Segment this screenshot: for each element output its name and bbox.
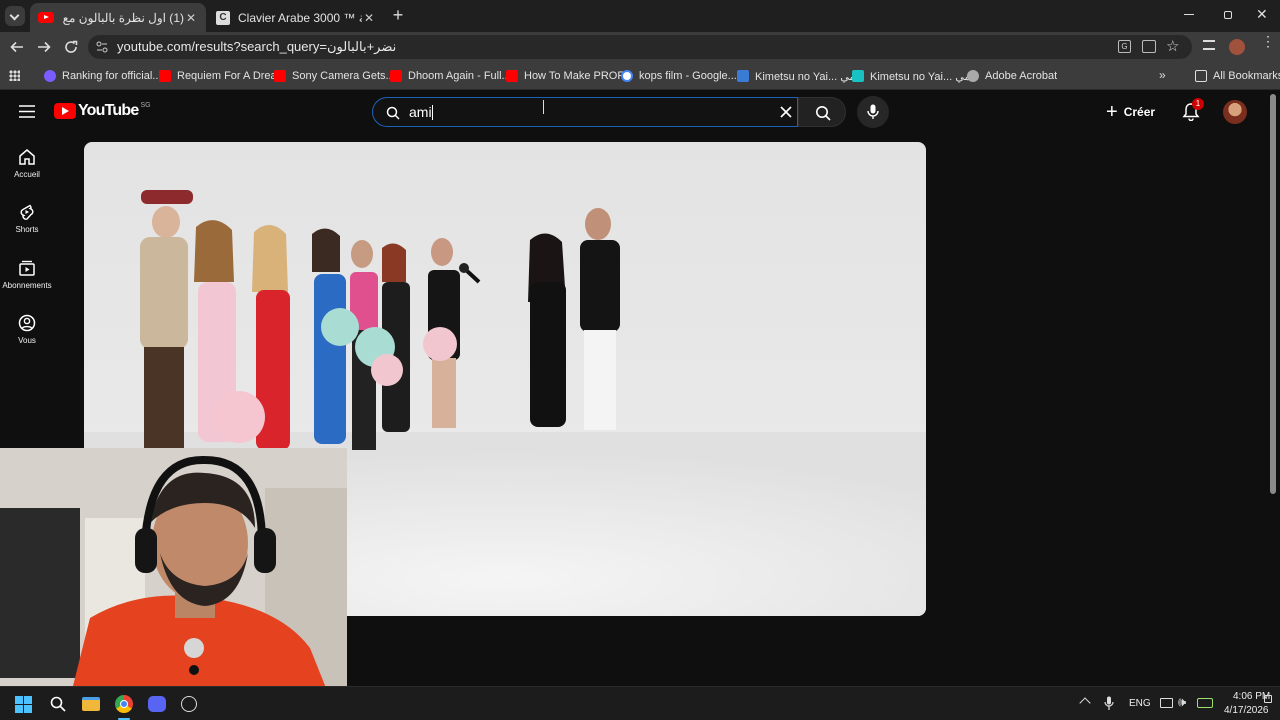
site-info-icon[interactable] <box>96 41 108 53</box>
home-icon <box>19 149 35 165</box>
microphone-icon <box>867 104 879 119</box>
chevron-down-icon <box>9 10 20 21</box>
document-favicon-icon: C <box>216 10 230 25</box>
file-explorer-icon[interactable] <box>82 697 100 711</box>
bookmark-item[interactable]: Adobe Acrobat <box>967 68 1057 84</box>
search-icon <box>386 106 400 120</box>
create-button[interactable]: + Créer <box>1106 100 1155 124</box>
language-indicator[interactable]: ENG <box>1129 698 1151 709</box>
notifications-button[interactable]: 1 <box>1182 98 1204 122</box>
browser-tab-strip: (1) اول نظرة بالبالون مع روشين ب ✕ C Cla… <box>0 0 1280 32</box>
search-input[interactable]: ami <box>372 97 798 127</box>
bookmark-favicon-icon <box>852 70 864 82</box>
youtube-logo-icon <box>54 103 76 119</box>
page-scrollbar[interactable] <box>1270 94 1276 494</box>
subscriptions-icon <box>19 260 35 276</box>
show-hidden-icons-icon[interactable] <box>1079 697 1091 709</box>
shorts-icon <box>20 204 34 220</box>
tab-title: (1) اول نظرة بالبالون مع روشين ب <box>62 10 184 25</box>
google-favicon-icon <box>621 70 633 82</box>
bookmark-item[interactable]: How To Make PROF... <box>506 68 632 84</box>
browser-menu-icon[interactable]: ⋮ <box>1261 34 1275 48</box>
plus-icon: + <box>1106 101 1118 123</box>
youtube-wordmark: YouTube <box>78 102 139 119</box>
clear-search-icon[interactable] <box>780 106 792 118</box>
bookmark-item[interactable]: Kimetsu no Yai... انمي <box>852 68 977 84</box>
install-app-icon[interactable] <box>1142 40 1156 53</box>
clock-date[interactable]: 4/17/2026 <box>1224 705 1269 716</box>
profile-avatar[interactable] <box>1229 39 1245 55</box>
apps-grid-icon[interactable] <box>9 70 20 81</box>
bookmark-item[interactable]: Requiem For A Drea... <box>159 68 286 84</box>
battery-icon[interactable] <box>1197 698 1213 708</box>
bookmark-item[interactable]: Ranking for official... <box>44 68 161 84</box>
new-tab-button[interactable]: + <box>389 6 407 24</box>
notification-center-icon[interactable] <box>1264 695 1272 703</box>
sidebar-item-vous[interactable]: Vous <box>0 314 54 345</box>
reload-icon[interactable] <box>64 40 78 54</box>
text-cursor <box>431 104 433 120</box>
media-controls-icon[interactable] <box>1203 40 1215 50</box>
close-tab-icon[interactable]: ✕ <box>184 11 198 25</box>
youtube-favicon-icon <box>38 12 54 23</box>
account-icon <box>18 314 36 332</box>
app-clock-icon[interactable] <box>181 696 197 712</box>
windows-taskbar: ENG 🕪 4:06 PM 4/17/2026 <box>0 686 1280 720</box>
create-label: Créer <box>1123 105 1156 119</box>
webcam-overlay <box>0 448 347 698</box>
voice-search-button[interactable] <box>857 96 889 128</box>
taskbar-search-icon[interactable] <box>50 696 66 712</box>
forward-icon[interactable] <box>37 40 51 54</box>
translate-icon[interactable]: G <box>1118 40 1131 53</box>
youtube-favicon-icon <box>274 70 286 82</box>
all-bookmarks-folder[interactable]: All Bookmarks <box>1195 68 1280 84</box>
notification-badge: 1 <box>1192 98 1204 110</box>
folder-icon <box>1195 70 1207 82</box>
close-tab-icon[interactable]: ✕ <box>362 11 376 25</box>
youtube-favicon-icon <box>159 70 171 82</box>
microphone-tray-icon[interactable] <box>1104 696 1114 711</box>
bookmark-item[interactable]: kops film - Google... <box>621 68 737 84</box>
search-query: ami <box>409 104 432 120</box>
tab-inactive[interactable]: C Clavier Arabe 3000 ™ لوحة بالعربية ✕ <box>208 3 384 32</box>
sidebar-item-shorts[interactable]: Shorts <box>0 203 54 234</box>
restore-button[interactable] <box>1224 11 1232 19</box>
url-text: youtube.com/results?search_query=نضر+بال… <box>117 39 397 54</box>
discord-icon[interactable] <box>148 696 166 712</box>
back-icon[interactable] <box>10 40 24 54</box>
bookmark-item[interactable]: Dhoom Again - Full... <box>390 68 511 84</box>
network-icon[interactable] <box>1160 698 1173 708</box>
bookmarks-bar: Ranking for official... Requiem For A Dr… <box>0 62 1280 90</box>
chrome-icon-center <box>120 700 128 708</box>
tab-search-button[interactable] <box>5 6 25 26</box>
more-bookmarks-icon[interactable]: » <box>1159 68 1166 82</box>
bookmark-favicon-icon <box>737 70 749 82</box>
close-window-button[interactable]: ✕ <box>1256 6 1268 23</box>
bookmark-item[interactable]: Sony Camera Gets... <box>274 68 395 84</box>
mouse-ibeam-cursor <box>543 100 544 114</box>
search-button[interactable] <box>798 97 846 127</box>
volume-icon[interactable]: 🕪 <box>1178 694 1186 710</box>
hamburger-menu-icon[interactable] <box>19 105 35 118</box>
tab-title: Clavier Arabe 3000 ™ لوحة بالعربية <box>238 10 362 25</box>
start-button[interactable] <box>15 696 32 713</box>
webcam-person-image <box>0 448 347 698</box>
globe-icon <box>967 70 979 82</box>
sidebar-item-accueil[interactable]: Accueil <box>0 148 54 179</box>
search-icon <box>816 106 831 121</box>
sidebar-item-abonnements[interactable]: Abonnements <box>0 259 54 290</box>
youtube-favicon-icon <box>506 70 518 82</box>
youtube-logo[interactable]: YouTube SG <box>54 102 151 120</box>
bookmark-item[interactable]: Kimetsu no Yai... انمي <box>737 68 862 84</box>
browser-toolbar: youtube.com/results?search_query=نضر+بال… <box>0 32 1280 62</box>
tab-active[interactable]: (1) اول نظرة بالبالون مع روشين ب ✕ <box>30 3 206 32</box>
minimize-button[interactable] <box>1184 14 1194 15</box>
region-code: SG <box>140 102 151 109</box>
youtube-favicon-icon <box>390 70 402 82</box>
youtube-page: YouTube SG ami + Créer 1 Accueil Shorts … <box>0 90 1280 698</box>
address-bar[interactable]: youtube.com/results?search_query=نضر+بال… <box>88 35 1192 59</box>
bookmark-favicon-icon <box>44 70 56 82</box>
bookmark-star-icon[interactable]: ☆ <box>1166 37 1179 55</box>
account-avatar[interactable] <box>1223 100 1247 124</box>
